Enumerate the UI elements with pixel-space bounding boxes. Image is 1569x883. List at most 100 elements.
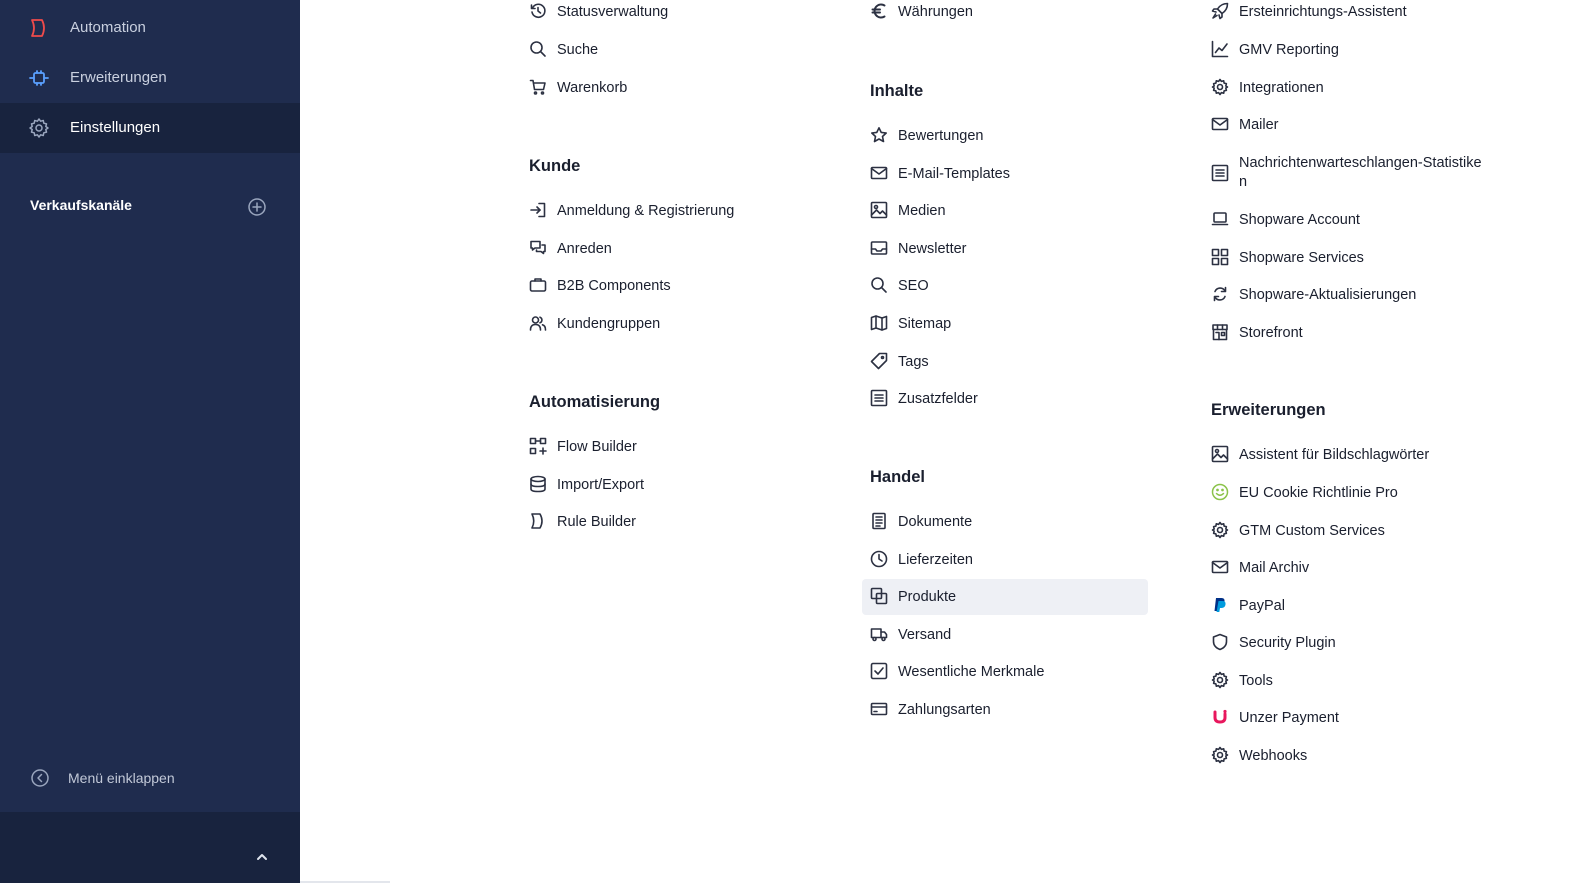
settings-item-anmeldung[interactable]: Anmeldung & Registrierung [529, 193, 829, 229]
history-icon [530, 3, 546, 19]
settings-item-newsletter[interactable]: Newsletter [870, 231, 1155, 267]
settings-item-eu-cookie[interactable]: EU Cookie Richtlinie Pro [1211, 475, 1511, 511]
settings-item-versand[interactable]: Versand [870, 617, 1155, 653]
settings-item-paypal[interactable]: PayPal [1211, 588, 1511, 624]
envelope-icon [1211, 117, 1229, 131]
settings-item-produkte[interactable]: Produkte [862, 579, 1148, 615]
settings-item-statusverwaltung[interactable]: Statusverwaltung [529, 0, 829, 30]
settings-item-nachrichtenwarteschlangen[interactable]: Nachrichtenwarteschlangen-Statistiken [1211, 154, 1511, 194]
settings-item-mail-archiv[interactable]: Mail Archiv [1211, 550, 1511, 586]
section-title-inhalte: Inhalte [870, 82, 924, 100]
shield-icon [1212, 633, 1228, 651]
cart-icon [529, 79, 546, 95]
settings-item-tools[interactable]: Tools [1211, 663, 1511, 699]
unzer-icon [1213, 709, 1227, 724]
settings-item-shopware-account[interactable]: Shopware Account [1211, 202, 1511, 238]
settings-overview: Statusverwaltung Suche Warenkorb Kunde A… [300, 0, 1569, 883]
sidebar-item-extensions[interactable]: Erweiterungen [0, 53, 300, 103]
settings-item-suche[interactable]: Suche [529, 32, 829, 68]
gear-icon [1211, 521, 1229, 539]
image-icon [1211, 445, 1229, 463]
settings-item-seo[interactable]: SEO [870, 268, 1155, 304]
list-icon [870, 389, 888, 407]
plug-icon [29, 70, 49, 86]
settings-item-bildschlagwoerter[interactable]: Assistent für Bildschlagwörter [1211, 437, 1511, 473]
settings-item-flow-builder[interactable]: Flow Builder [529, 429, 829, 465]
collapse-menu-label: Menü einklappen [68, 770, 175, 786]
envelope-icon [870, 166, 888, 180]
settings-item-security-plugin[interactable]: Security Plugin [1211, 625, 1511, 661]
settings-item-sitemap[interactable]: Sitemap [870, 306, 1155, 342]
add-sales-channel-icon[interactable] [247, 197, 267, 217]
chevron-up-icon[interactable] [253, 850, 271, 864]
document-icon [872, 512, 886, 530]
section-title-handel: Handel [870, 468, 926, 486]
sidebar-item-label: Einstellungen [70, 119, 161, 136]
settings-item-rule-builder[interactable]: Rule Builder [529, 504, 829, 540]
settings-item-shopware-services[interactable]: Shopware Services [1211, 240, 1511, 276]
collapse-menu-button[interactable]: Menü einklappen [0, 760, 300, 796]
settings-item-tags[interactable]: Tags [870, 344, 1155, 380]
map-icon [870, 315, 888, 331]
credit-card-icon [870, 702, 888, 716]
sidebar-item-automation[interactable]: Automation [0, 3, 300, 53]
settings-item-lieferzeiten[interactable]: Lieferzeiten [870, 542, 1155, 578]
settings-item-ersteinrichtung[interactable]: Ersteinrichtungs-Assistent [1211, 0, 1511, 30]
settings-item-shopware-updates[interactable]: Shopware-Aktualisierungen [1211, 277, 1511, 313]
settings-item-integrationen[interactable]: Integrationen [1211, 70, 1511, 106]
laptop-icon [1211, 212, 1229, 226]
paypal-icon [1214, 598, 1226, 612]
settings-item-gmv-reporting[interactable]: GMV Reporting [1211, 32, 1511, 68]
inbox-icon [870, 241, 888, 255]
search-icon [871, 277, 887, 293]
settings-item-warenkorb[interactable]: Warenkorb [529, 70, 829, 106]
settings-item-waehrungen[interactable]: Währungen [870, 0, 1155, 30]
settings-item-email-templates[interactable]: E-Mail-Templates [870, 156, 1155, 192]
truck-icon [870, 628, 888, 642]
sales-channels-title: Verkaufskanäle [30, 197, 132, 213]
products-icon [870, 587, 888, 605]
database-icon [530, 475, 546, 493]
rule-icon [531, 513, 543, 529]
settings-item-kundengruppen[interactable]: Kundengruppen [529, 306, 829, 342]
settings-item-merkmale[interactable]: Wesentliche Merkmale [870, 654, 1155, 690]
gear-icon [1211, 78, 1229, 96]
gear-icon [1211, 671, 1229, 689]
section-title-erweiterungen: Erweiterungen [1211, 401, 1326, 419]
flow-icon [529, 437, 547, 455]
smiley-icon [1211, 483, 1229, 501]
tag-icon [870, 352, 888, 370]
sidebar-item-label: Automation [70, 19, 146, 36]
search-icon [530, 41, 546, 57]
euro-icon [871, 3, 886, 19]
settings-item-import-export[interactable]: Import/Export [529, 467, 829, 503]
grid-icon [1211, 248, 1229, 266]
storefront-icon [1212, 324, 1228, 341]
envelope-icon [1211, 560, 1229, 574]
settings-item-bewertungen[interactable]: Bewertungen [870, 118, 1155, 154]
settings-item-medien[interactable]: Medien [870, 193, 1155, 229]
chevron-left-circle-icon [31, 769, 49, 787]
settings-item-gtm-custom[interactable]: GTM Custom Services [1211, 513, 1511, 549]
settings-item-storefront[interactable]: Storefront [1211, 315, 1511, 351]
settings-item-dokumente[interactable]: Dokumente [870, 504, 1155, 540]
sidebar-item-label: Erweiterungen [70, 69, 167, 86]
sidebar: Automation Erweiterungen Einstellungen V… [0, 0, 300, 883]
refresh-icon [1213, 286, 1227, 302]
settings-item-mailer[interactable]: Mailer [1211, 107, 1511, 143]
star-icon [871, 127, 887, 143]
settings-item-unzer-payment[interactable]: Unzer Payment [1211, 700, 1511, 736]
checkbox-icon [870, 662, 888, 680]
section-title-automatisierung: Automatisierung [529, 393, 661, 411]
settings-item-b2b[interactable]: B2B Components [529, 268, 829, 304]
gear-icon [1211, 746, 1229, 764]
gear-icon [29, 118, 49, 138]
speech-bubbles-icon [530, 240, 546, 255]
settings-item-zahlungsarten[interactable]: Zahlungsarten [870, 692, 1155, 728]
settings-item-anreden[interactable]: Anreden [529, 231, 829, 267]
sign-in-icon [530, 202, 546, 218]
sidebar-item-settings[interactable]: Einstellungen [0, 103, 300, 153]
settings-item-webhooks[interactable]: Webhooks [1211, 738, 1511, 774]
sidebar-footer [0, 812, 300, 883]
settings-item-zusatzfelder[interactable]: Zusatzfelder [870, 381, 1155, 417]
